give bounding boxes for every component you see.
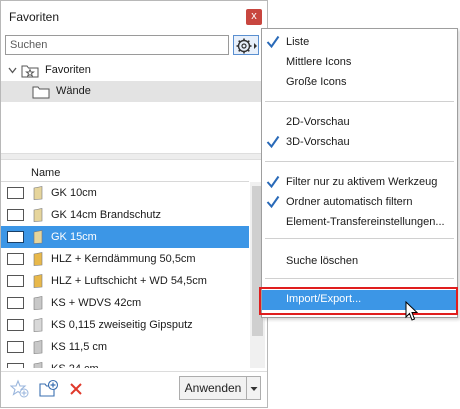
mouse-pointer-icon — [405, 301, 419, 321]
row-checkbox[interactable] — [7, 231, 24, 243]
row-checkbox[interactable] — [7, 319, 24, 331]
menu-item-label: Große Icons — [286, 76, 347, 88]
list-item[interactable]: GK 15cm — [1, 226, 249, 248]
panel-titlebar[interactable]: Favoriten x — [1, 1, 267, 33]
apply-dropdown-button[interactable] — [247, 376, 261, 400]
list-item[interactable]: KS 0,115 zweiseitig Gipsputz — [1, 314, 249, 336]
list-item[interactable]: KS 24 cm — [1, 358, 249, 368]
wall-type-icon — [33, 208, 43, 222]
menu-item[interactable]: Element-Transfereinstellungen... — [262, 213, 457, 233]
menu-item[interactable]: Suche löschen — [262, 252, 457, 272]
wall-type-icon — [33, 340, 43, 354]
gear-icon — [236, 38, 257, 54]
wall-type-icon — [33, 318, 43, 332]
tree-item-favoriten[interactable]: Favoriten — [1, 60, 263, 81]
list-item[interactable]: GK 14cm Brandschutz — [1, 204, 249, 226]
menu-separator — [265, 101, 454, 102]
close-icon: x — [251, 10, 257, 22]
highlight-frame — [259, 287, 458, 315]
list-item-label: KS + WDVS 42cm — [51, 297, 142, 309]
panel-splitter[interactable] — [1, 153, 267, 160]
search-input[interactable] — [5, 35, 229, 55]
wall-type-icon — [33, 296, 43, 310]
favorites-panel: Favoriten x Favoriten — [0, 0, 268, 408]
menu-item-label: 2D-Vorschau — [286, 116, 350, 128]
list-item-label: KS 0,115 zweiseitig Gipsputz — [51, 319, 193, 331]
star-folder-icon — [21, 65, 39, 78]
checkmark-icon — [266, 35, 280, 49]
delete-icon[interactable] — [69, 382, 83, 396]
menu-item-label: Filter nur zu aktivem Werkzeug — [286, 176, 438, 188]
panel-title: Favoriten — [9, 10, 60, 24]
row-checkbox[interactable] — [7, 341, 24, 353]
list-item[interactable]: GK 10cm — [1, 182, 249, 204]
menu-item-label: Ordner automatisch filtern — [286, 196, 413, 208]
row-checkbox[interactable] — [7, 187, 24, 199]
options-menu-button[interactable] — [233, 35, 259, 55]
list-item-label: GK 15cm — [51, 231, 97, 243]
menu-item[interactable]: Liste — [262, 33, 457, 53]
row-checkbox[interactable] — [7, 253, 24, 265]
menu-item-label: Liste — [286, 36, 310, 48]
list-item-label: HLZ + Kerndämmung 50,5cm — [51, 253, 196, 265]
menu-item-label: 3D-Vorschau — [286, 136, 350, 148]
tree-item-label: Favoriten — [45, 64, 91, 76]
apply-button[interactable]: Anwenden — [179, 376, 247, 400]
row-checkbox[interactable] — [7, 363, 24, 368]
checkmark-icon — [266, 135, 280, 149]
list-item-label: KS 11,5 cm — [51, 341, 108, 353]
menu-separator — [265, 278, 454, 279]
favorites-list: GK 10cm GK 14cm Brandschutz GK 15cm HLZ + K… — [1, 182, 249, 368]
list-item[interactable]: HLZ + Kerndämmung 50,5cm — [1, 248, 249, 270]
list-item-label: KS 24 cm — [51, 363, 99, 368]
tree-item-label: Wände — [56, 85, 91, 97]
wall-type-icon — [33, 230, 43, 244]
folder-icon — [32, 86, 50, 99]
row-checkbox[interactable] — [7, 275, 24, 287]
list-item[interactable]: KS 11,5 cm — [1, 336, 249, 358]
menu-item[interactable]: 3D-Vorschau — [262, 133, 457, 153]
menu-item-label: Suche löschen — [286, 255, 359, 267]
list-item-label: GK 14cm Brandschutz — [51, 209, 162, 221]
row-checkbox[interactable] — [7, 209, 24, 221]
wall-type-icon — [33, 186, 43, 200]
menu-item[interactable]: Große Icons — [262, 73, 457, 93]
menu-item[interactable]: 2D-Vorschau — [262, 113, 457, 133]
menu-item-label: Mittlere Icons — [286, 56, 352, 68]
wall-type-icon — [33, 362, 43, 368]
add-favorite-star-icon[interactable] — [10, 379, 30, 399]
menu-item[interactable]: Mittlere Icons — [262, 53, 457, 73]
checkmark-icon — [266, 175, 280, 189]
options-menu: Liste Mittlere Icons Große Icons 2D-Vorscha… — [261, 28, 458, 318]
menu-item[interactable]: Ordner automatisch filtern — [262, 193, 457, 213]
list-header[interactable]: Name — [1, 165, 249, 182]
list-item-label: HLZ + Luftschicht + WD 54,5cm — [51, 275, 207, 287]
menu-item[interactable]: Filter nur zu aktivem Werkzeug — [262, 173, 457, 193]
list-item-label: GK 10cm — [51, 187, 97, 199]
menu-separator — [265, 161, 454, 162]
wall-type-icon — [33, 252, 43, 266]
name-column-header[interactable]: Name — [31, 167, 60, 179]
checkmark-icon — [266, 195, 280, 209]
list-item[interactable]: KS + WDVS 42cm — [1, 292, 249, 314]
close-button[interactable]: x — [246, 9, 262, 25]
menu-separator — [265, 238, 454, 239]
list-item[interactable]: HLZ + Luftschicht + WD 54,5cm — [1, 270, 249, 292]
tree-item-waende[interactable]: Wände — [1, 81, 263, 102]
new-folder-icon[interactable] — [39, 379, 59, 399]
menu-item-label: Element-Transfereinstellungen... — [286, 216, 445, 228]
row-checkbox[interactable] — [7, 297, 24, 309]
chevron-down-icon[interactable] — [8, 66, 17, 75]
wall-type-icon — [33, 274, 43, 288]
chevron-down-icon — [250, 387, 258, 391]
